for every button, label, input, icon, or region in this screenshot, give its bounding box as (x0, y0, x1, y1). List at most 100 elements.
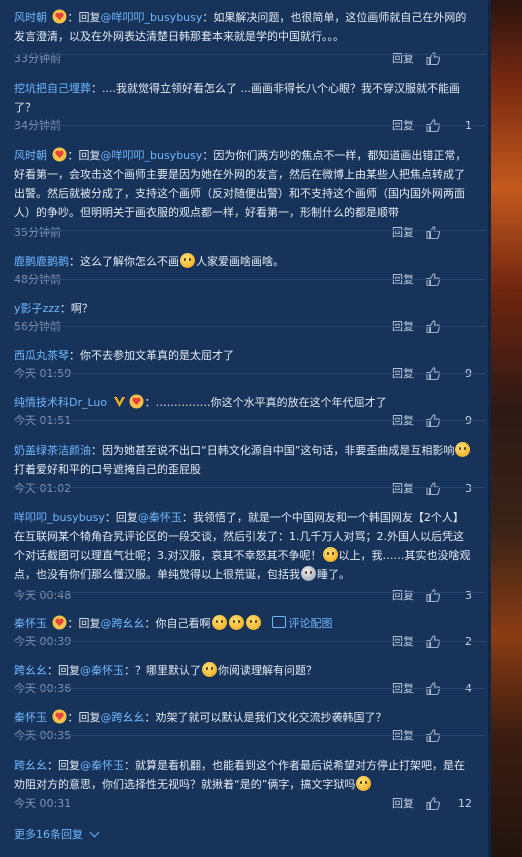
like-count: 3 (465, 482, 472, 495)
username[interactable]: 鹿鹅鹿鹅鹅 (14, 255, 69, 268)
thumbs-up-icon[interactable] (426, 273, 440, 286)
comment-text: ：……………你这个水平真的放在这个年代屈才了 (144, 396, 387, 409)
timestamp: 今天 00:39 (14, 635, 72, 648)
image-link-icon[interactable] (271, 616, 286, 628)
reply-button[interactable]: 回复 (392, 225, 414, 241)
timestamp: 今天 00:35 (14, 729, 72, 742)
v-badge-icon (112, 394, 127, 409)
comment-text: ：你不去参加文革真的是太屈才了 (69, 349, 234, 362)
thumbs-up-emoji-icon (322, 547, 338, 562)
username[interactable]: 风时朝 (14, 11, 47, 24)
sleeping-face-emoji-icon (301, 566, 316, 581)
mention-link[interactable]: @秦怀玉 (80, 759, 124, 772)
comment-text: ：？哪里默认了 (124, 664, 201, 677)
reply-button[interactable]: 回复 (392, 796, 414, 812)
side-artwork (488, 0, 522, 857)
chevron-down-icon (89, 827, 100, 838)
reply-button[interactable]: 回复 (392, 588, 414, 604)
timestamp: 今天 01:02 (14, 482, 72, 495)
username[interactable]: 跨幺幺 (14, 664, 47, 677)
like-count: 1 (465, 119, 472, 132)
thumbs-up-icon[interactable] (426, 414, 440, 427)
thumbs-up-icon[interactable] (426, 482, 440, 495)
smile-emoji-icon (356, 776, 372, 791)
reply-button[interactable]: 回复 (392, 272, 414, 288)
like-count: 9 (465, 414, 472, 427)
comment-text: ：啊？ (59, 302, 93, 315)
heart-badge-icon (52, 615, 67, 630)
reply-button[interactable]: 回复 (392, 413, 414, 429)
username[interactable]: y影子zzz (14, 302, 60, 315)
username[interactable]: 咩叩叩_busybusy (14, 511, 105, 524)
reply-button[interactable]: 回复 (392, 728, 414, 744)
username[interactable]: 奶盖绿茶洁颜油 (14, 444, 91, 457)
more-replies-label: 更多16条回复 (14, 828, 83, 841)
like-count: 3 (465, 589, 472, 602)
thumbs-up-icon[interactable] (426, 729, 440, 742)
heart-badge-icon (52, 709, 67, 724)
comment-panel: 风时朝 ：回复@咩叩叩_busybusy：如果解决问题，也很简单，这位画师就自己… (0, 0, 486, 857)
like-count: 9 (465, 367, 472, 380)
mention-link[interactable]: @咩叩叩_busybusy (101, 11, 203, 24)
comment-item: 挖坑把自己埋葬：....我就觉得立领好看怎么了 ...画画非得长八个心眼？我不穿… (14, 79, 486, 132)
like-count: 2 (465, 635, 472, 648)
comment-item: 跨幺幺：回复@秦怀玉：？哪里默认了 你阅读理解有问题？ 今天 00:36 回复 4 (14, 661, 486, 695)
reply-button[interactable]: 回复 (392, 481, 414, 497)
reply-button[interactable]: 回复 (392, 51, 414, 67)
mention-link[interactable]: @跨幺幺 (101, 711, 145, 724)
timestamp: 今天 00:48 (14, 589, 72, 602)
reply-button[interactable]: 回复 (392, 634, 414, 650)
reply-button[interactable]: 回复 (392, 118, 414, 134)
timestamp: 今天 01:59 (14, 367, 72, 380)
timestamp: 今天 01:51 (14, 414, 72, 427)
sad-face-emoji-icon (180, 253, 195, 268)
like-count: 12 (458, 797, 472, 810)
comment-item: 风时朝 ：回复@咩叩叩_busybusy：如果解决问题，也很简单，这位画师就自己… (14, 8, 486, 65)
timestamp: 48分钟前 (14, 273, 61, 286)
username[interactable]: 挖坑把自己埋葬 (14, 82, 91, 95)
comment-text: ：这么了解你怎么不画 (69, 255, 179, 268)
thumbs-up-icon[interactable] (426, 119, 440, 132)
like-count: 4 (465, 682, 472, 695)
timestamp: 33分钟前 (14, 52, 61, 65)
reply-button[interactable]: 回复 (392, 366, 414, 382)
username[interactable]: 西瓜丸茶琴 (14, 349, 69, 362)
comment-item: 跨幺幺：回复@秦怀玉：就算是看机翻，也能看到这个作者最后说希望对方停止打架吧，是… (14, 759, 472, 810)
comment-text: ：因为她甚至说不出口“日韩文化源自中国”这句话，非要歪曲成是互相影响 (91, 444, 455, 457)
thumbs-up-icon[interactable] (426, 635, 440, 648)
thumbs-up-icon[interactable] (426, 797, 440, 810)
mention-link[interactable]: @咩叩叩_busybusy (101, 149, 203, 162)
thumbs-up-icon[interactable] (426, 589, 440, 602)
thumbs-up-icon[interactable] (426, 682, 440, 695)
comment-item: 风时朝 ：回复@咩叩叩_busybusy：因为你们两方吵的焦点不一样，都知道画出… (14, 146, 486, 239)
thumbs-up-icon[interactable] (426, 367, 440, 380)
thumbs-up-icon[interactable] (426, 226, 440, 239)
comment-item: 秦怀玉 ：回复@跨幺幺：你自己看啊 评论配图 今天 00:39 回复 2 (14, 614, 486, 648)
mention-link[interactable]: @秦怀玉 (80, 664, 124, 677)
comment-text: ：劝架了就可以默认是我们文化交流抄袭韩国了？ (144, 711, 387, 724)
crying-laugh-emoji-icon (455, 442, 471, 457)
mention-link[interactable]: @跨幺幺 (101, 617, 145, 630)
username[interactable]: 秦怀玉 (14, 617, 47, 630)
username[interactable]: 跨幺幺 (14, 759, 47, 772)
thumbs-up-icon[interactable] (426, 52, 440, 65)
comment-item: 鹿鹅鹿鹅鹅：这么了解你怎么不画 人家爱画啥画啥。 48分钟前 回复 (14, 252, 486, 286)
username[interactable]: 秦怀玉 (14, 711, 47, 724)
more-replies-link[interactable]: 更多16条回复 (14, 826, 100, 842)
comment-item: 奶盖绿茶洁颜油：因为她甚至说不出口“日韩文化源自中国”这句话，非要歪曲成是互相影… (14, 441, 486, 495)
comment-image-link[interactable]: 评论配图 (289, 617, 333, 630)
comment-item: 西瓜丸茶琴：你不去参加文革真的是太屈才了 今天 01:59 回复 9 (14, 346, 486, 380)
comment-text: ：你自己看啊 (144, 617, 211, 630)
smile-emoji-icon (245, 615, 261, 630)
mention-link[interactable]: @秦怀玉 (138, 511, 182, 524)
timestamp: 今天 00:31 (14, 797, 72, 810)
reply-button[interactable]: 回复 (392, 319, 414, 335)
timestamp: 56分钟前 (14, 320, 61, 333)
username[interactable]: 风时朝 (14, 149, 47, 162)
thumbs-up-icon[interactable] (426, 320, 440, 333)
reply-button[interactable]: 回复 (392, 681, 414, 697)
username[interactable]: 纯情技术科Dr_Luo (14, 396, 107, 409)
comment-item: y影子zzz：啊？ 56分钟前 回复 (14, 299, 486, 333)
comment-item: 咩叩叩_busybusy：回复@秦怀玉：我领悟了，就是一个中国网友和一个韩国网友… (14, 508, 486, 602)
timestamp: 34分钟前 (14, 119, 61, 132)
